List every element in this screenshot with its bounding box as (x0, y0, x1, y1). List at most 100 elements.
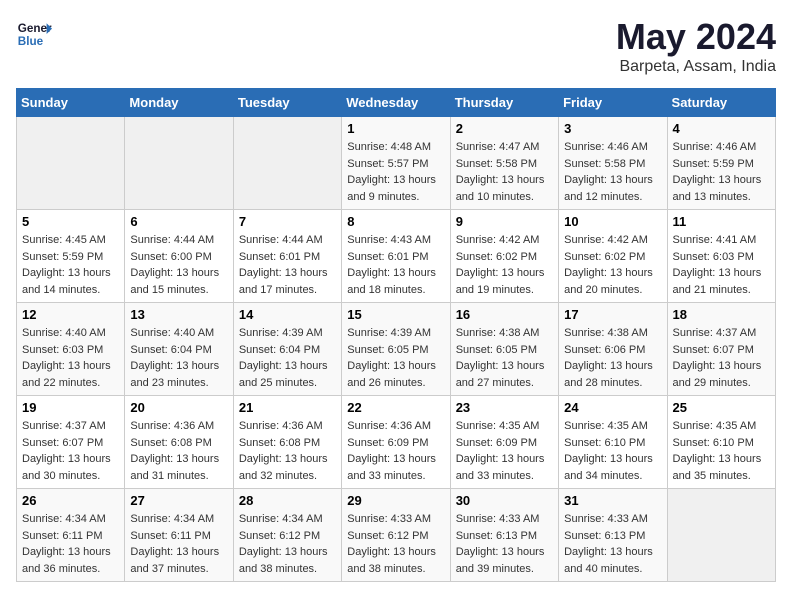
calendar-cell: 11 Sunrise: 4:41 AMSunset: 6:03 PMDayligh… (667, 210, 775, 303)
calendar-cell: 3 Sunrise: 4:46 AMSunset: 5:58 PMDaylight… (559, 117, 667, 210)
calendar-cell: 30Sunrise: 4:33 AMSunset: 6:13 PMDayligh… (450, 489, 558, 582)
header: General Blue May 2024 Barpeta, Assam, In… (16, 16, 776, 76)
day-number: 19 (22, 400, 119, 415)
calendar-cell: 6Sunrise: 4:44 AMSunset: 6:00 PMDaylight… (125, 210, 233, 303)
calendar-cell: 1Sunrise: 4:48 AMSunset: 5:57 PMDaylight… (342, 117, 450, 210)
day-info: Sunrise: 4:36 AMSunset: 6:09 PMDaylight:… (347, 418, 444, 484)
day-info: Sunrise: 4:43 AMSunset: 6:01 PMDaylight:… (347, 232, 444, 298)
day-number: 23 (456, 400, 553, 415)
day-number: 12 (22, 307, 119, 322)
day-info: Sunrise: 4:45 AMSunset: 5:59 PMDaylight:… (22, 232, 119, 298)
calendar-cell: 9 Sunrise: 4:42 AMSunset: 6:02 PMDaylight… (450, 210, 558, 303)
day-info: Sunrise: 4:42 AMSunset: 6:02 PMDaylight:… (564, 232, 661, 298)
day-number: 22 (347, 400, 444, 415)
day-info: Sunrise: 4:39 AMSunset: 6:04 PMDaylight:… (239, 325, 336, 391)
calendar-cell: 10 Sunrise: 4:42 AMSunset: 6:02 PMDayligh… (559, 210, 667, 303)
calendar-cell (17, 117, 125, 210)
calendar-cell: 25 Sunrise: 4:35 AMSunset: 6:10 PMDayligh… (667, 396, 775, 489)
day-info: Sunrise: 4:35 AMSunset: 6:10 PMDaylight:… (564, 418, 661, 484)
day-number: 7 (239, 214, 336, 229)
day-number: 26 (22, 493, 119, 508)
day-number: 18 (673, 307, 770, 322)
day-number: 5 (22, 214, 119, 229)
day-number: 2 (456, 121, 553, 136)
day-info: Sunrise: 4:36 AMSunset: 6:08 PMDaylight:… (130, 418, 227, 484)
logo-icon: General Blue (16, 16, 52, 52)
day-number: 15 (347, 307, 444, 322)
day-info: Sunrise: 4:37 AMSunset: 6:07 PMDaylight:… (673, 325, 770, 391)
day-number: 21 (239, 400, 336, 415)
day-info: Sunrise: 4:42 AMSunset: 6:02 PMDaylight:… (456, 232, 553, 298)
day-info: Sunrise: 4:35 AMSunset: 6:09 PMDaylight:… (456, 418, 553, 484)
day-number: 8 (347, 214, 444, 229)
calendar-cell: 19 Sunrise: 4:37 AMSunset: 6:07 PMDayligh… (17, 396, 125, 489)
calendar-cell (125, 117, 233, 210)
day-info: Sunrise: 4:35 AMSunset: 6:10 PMDaylight:… (673, 418, 770, 484)
day-number: 4 (673, 121, 770, 136)
calendar-cell: 2 Sunrise: 4:47 AMSunset: 5:58 PMDaylight… (450, 117, 558, 210)
day-info: Sunrise: 4:44 AMSunset: 6:01 PMDaylight:… (239, 232, 336, 298)
day-number: 9 (456, 214, 553, 229)
location: Barpeta, Assam, India (616, 58, 776, 76)
day-info: Sunrise: 4:34 AMSunset: 6:11 PMDaylight:… (130, 511, 227, 577)
day-info: Sunrise: 4:38 AMSunset: 6:06 PMDaylight:… (564, 325, 661, 391)
calendar-cell: 26Sunrise: 4:34 AMSunset: 6:11 PMDayligh… (17, 489, 125, 582)
day-info: Sunrise: 4:47 AMSunset: 5:58 PMDaylight:… (456, 139, 553, 205)
day-number: 10 (564, 214, 661, 229)
day-info: Sunrise: 4:48 AMSunset: 5:57 PMDaylight:… (347, 139, 444, 205)
calendar-cell: 8 Sunrise: 4:43 AMSunset: 6:01 PMDaylight… (342, 210, 450, 303)
day-number: 30 (456, 493, 553, 508)
calendar-cell: 16 Sunrise: 4:38 AMSunset: 6:05 PMDayligh… (450, 303, 558, 396)
day-info: Sunrise: 4:37 AMSunset: 6:07 PMDaylight:… (22, 418, 119, 484)
day-number: 24 (564, 400, 661, 415)
calendar-table: SundayMondayTuesdayWednesdayThursdayFrid… (16, 88, 776, 582)
calendar-cell: 31 Sunrise: 4:33 AMSunset: 6:13 PMDayligh… (559, 489, 667, 582)
day-number: 3 (564, 121, 661, 136)
calendar-cell: 20 Sunrise: 4:36 AMSunset: 6:08 PMDayligh… (125, 396, 233, 489)
day-info: Sunrise: 4:33 AMSunset: 6:13 PMDaylight:… (564, 511, 661, 577)
day-number: 11 (673, 214, 770, 229)
day-info: Sunrise: 4:40 AMSunset: 6:03 PMDaylight:… (22, 325, 119, 391)
calendar-cell: 22 Sunrise: 4:36 AMSunset: 6:09 PMDayligh… (342, 396, 450, 489)
svg-text:Blue: Blue (18, 35, 44, 48)
day-number: 13 (130, 307, 227, 322)
day-number: 31 (564, 493, 661, 508)
day-number: 29 (347, 493, 444, 508)
calendar-cell: 24 Sunrise: 4:35 AMSunset: 6:10 PMDayligh… (559, 396, 667, 489)
calendar-cell: 13 Sunrise: 4:40 AMSunset: 6:04 PMDayligh… (125, 303, 233, 396)
day-info: Sunrise: 4:33 AMSunset: 6:12 PMDaylight:… (347, 511, 444, 577)
weekday-header-wednesday: Wednesday (342, 89, 450, 117)
calendar-cell: 12 Sunrise: 4:40 AMSunset: 6:03 PMDayligh… (17, 303, 125, 396)
day-number: 14 (239, 307, 336, 322)
day-number: 17 (564, 307, 661, 322)
day-info: Sunrise: 4:34 AMSunset: 6:12 PMDaylight:… (239, 511, 336, 577)
day-number: 16 (456, 307, 553, 322)
day-info: Sunrise: 4:46 AMSunset: 5:59 PMDaylight:… (673, 139, 770, 205)
calendar-cell: 5 Sunrise: 4:45 AMSunset: 5:59 PMDaylight… (17, 210, 125, 303)
day-info: Sunrise: 4:44 AMSunset: 6:00 PMDaylight:… (130, 232, 227, 298)
day-info: Sunrise: 4:36 AMSunset: 6:08 PMDaylight:… (239, 418, 336, 484)
weekday-header-tuesday: Tuesday (233, 89, 341, 117)
day-info: Sunrise: 4:41 AMSunset: 6:03 PMDaylight:… (673, 232, 770, 298)
day-number: 25 (673, 400, 770, 415)
calendar-cell: 21 Sunrise: 4:36 AMSunset: 6:08 PMDayligh… (233, 396, 341, 489)
title-area: May 2024 Barpeta, Assam, India (616, 16, 776, 76)
calendar-cell: 4 Sunrise: 4:46 AMSunset: 5:59 PMDaylight… (667, 117, 775, 210)
weekday-header-thursday: Thursday (450, 89, 558, 117)
day-info: Sunrise: 4:38 AMSunset: 6:05 PMDaylight:… (456, 325, 553, 391)
day-info: Sunrise: 4:46 AMSunset: 5:58 PMDaylight:… (564, 139, 661, 205)
day-info: Sunrise: 4:40 AMSunset: 6:04 PMDaylight:… (130, 325, 227, 391)
calendar-cell (233, 117, 341, 210)
weekday-header-sunday: Sunday (17, 89, 125, 117)
calendar-cell (667, 489, 775, 582)
logo: General Blue (16, 16, 52, 52)
weekday-header-friday: Friday (559, 89, 667, 117)
calendar-cell: 7 Sunrise: 4:44 AMSunset: 6:01 PMDaylight… (233, 210, 341, 303)
calendar-cell: 14 Sunrise: 4:39 AMSunset: 6:04 PMDayligh… (233, 303, 341, 396)
calendar-cell: 29 Sunrise: 4:33 AMSunset: 6:12 PMDayligh… (342, 489, 450, 582)
calendar-cell: 18 Sunrise: 4:37 AMSunset: 6:07 PMDayligh… (667, 303, 775, 396)
calendar-cell: 23 Sunrise: 4:35 AMSunset: 6:09 PMDayligh… (450, 396, 558, 489)
day-number: 27 (130, 493, 227, 508)
day-number: 20 (130, 400, 227, 415)
calendar-cell: 28Sunrise: 4:34 AMSunset: 6:12 PMDayligh… (233, 489, 341, 582)
